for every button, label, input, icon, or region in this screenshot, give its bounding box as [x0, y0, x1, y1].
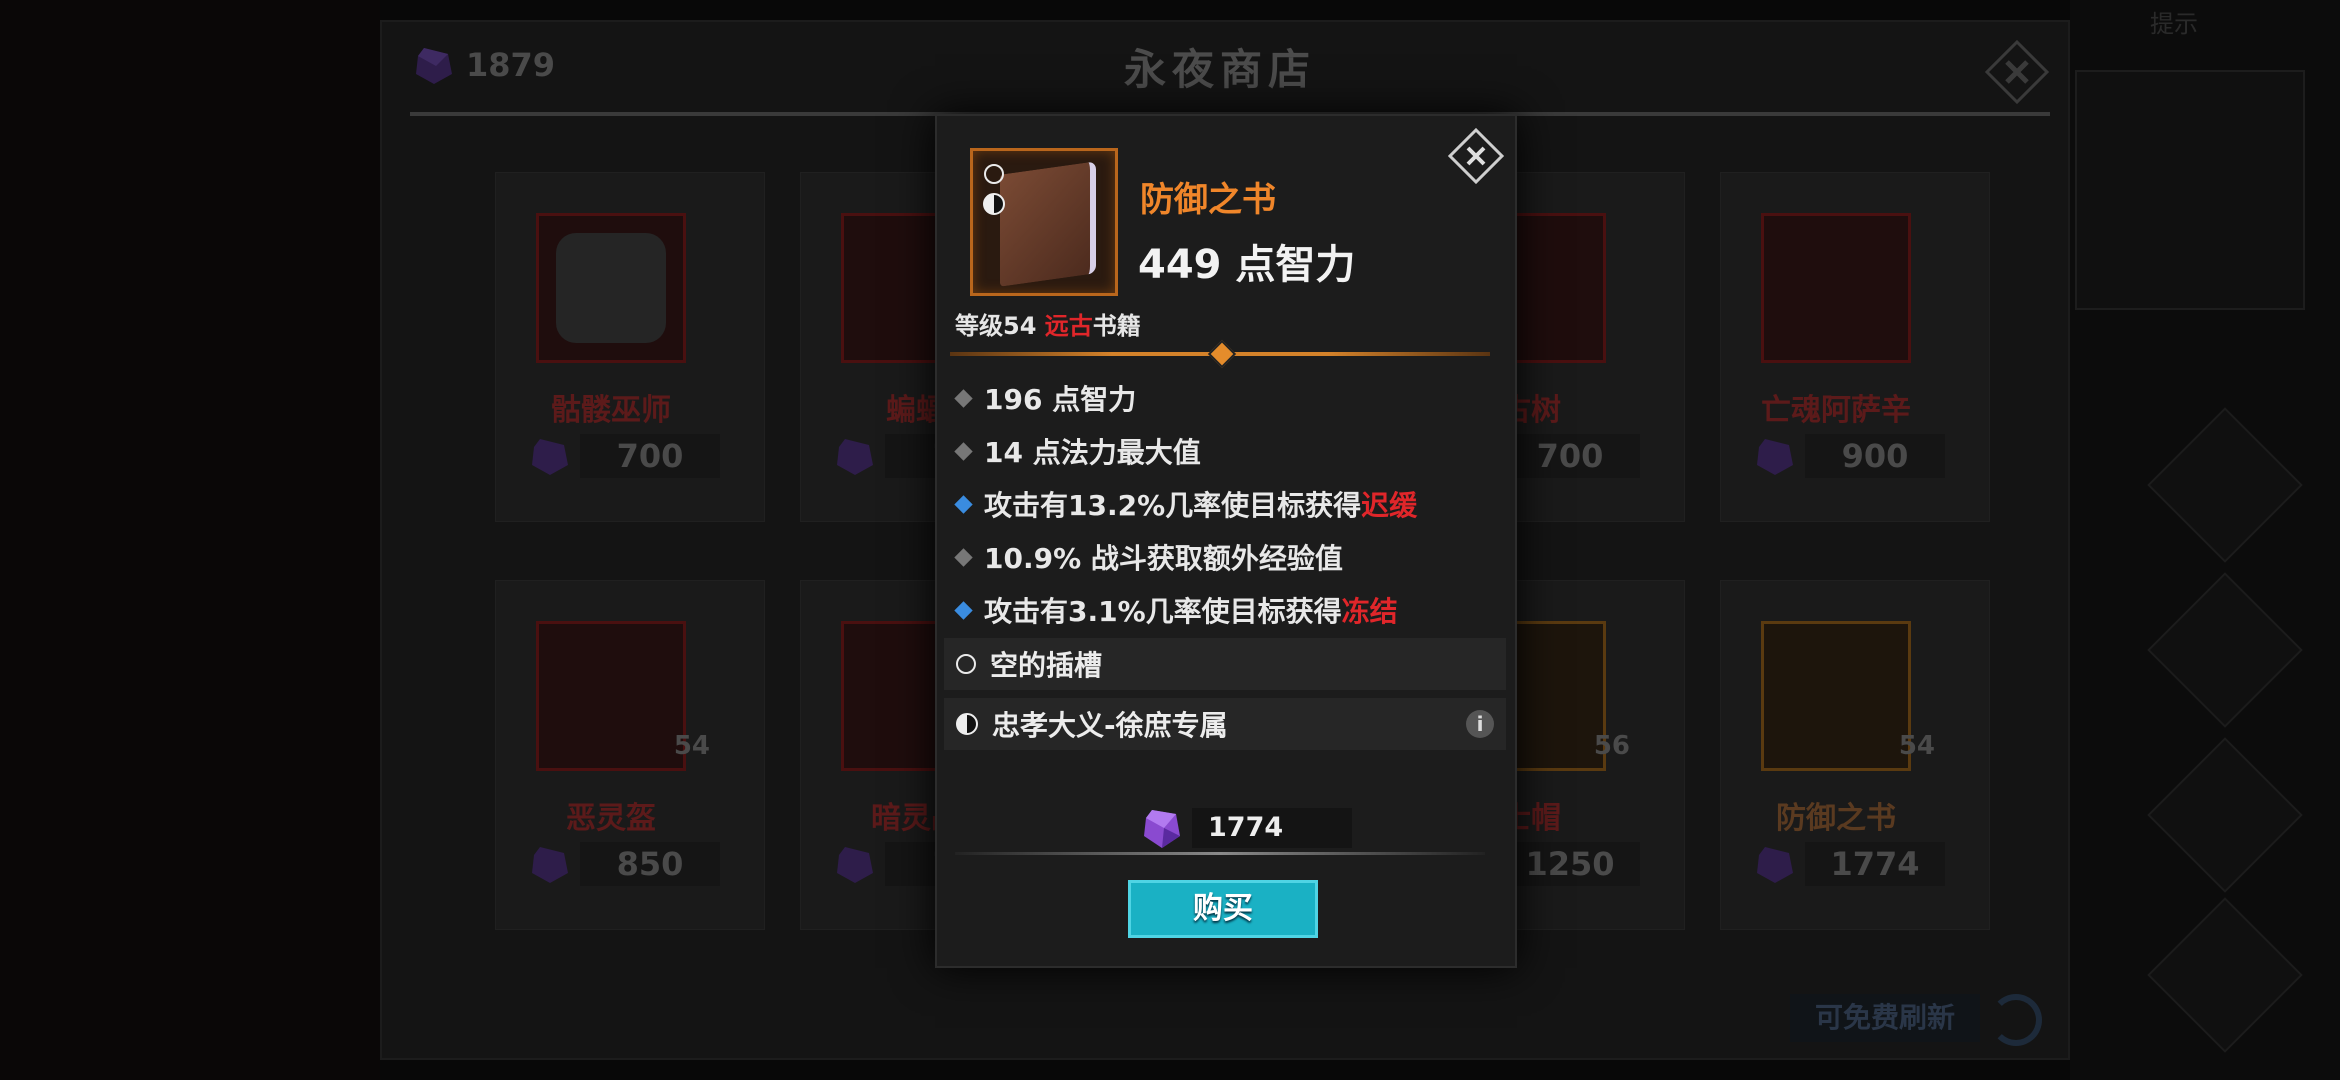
item-rarity: 远古	[1044, 312, 1093, 340]
skeleton-mage-portrait	[556, 233, 666, 343]
card-portrait-frame	[1761, 213, 1911, 363]
shop-card[interactable]: 54 防御之书 1774	[1720, 580, 1990, 930]
diamond-bullet-icon	[954, 388, 973, 408]
empty-socket-label: 空的插槽	[990, 649, 1103, 682]
card-portrait-frame	[1761, 621, 1911, 771]
item-main-stat: 449 点智力	[1138, 242, 1356, 288]
currency-display: 1879	[410, 40, 555, 90]
stat-row: 10.9% 战斗获取额外经验值	[954, 537, 1343, 577]
empty-socket-icon	[984, 164, 1004, 184]
stat-row: 196 点智力	[954, 378, 1137, 418]
free-refresh-button[interactable]: 可免费刷新	[1790, 994, 1980, 1042]
gem-icon	[1144, 810, 1180, 848]
card-price-row: 1774	[1751, 841, 1945, 887]
stat-text: 14 点法力最大值	[984, 436, 1201, 469]
set-socket-row[interactable]: 忠孝大义-徐庶专属 i	[944, 698, 1506, 750]
stat-row: 攻击有13.2%几率使目标获得迟缓	[954, 484, 1418, 524]
stat-effect: 冻结	[1341, 595, 1398, 628]
card-name: 恶灵盔	[566, 801, 656, 836]
info-icon[interactable]: i	[1466, 710, 1494, 738]
card-portrait-frame	[536, 213, 686, 363]
item-name: 防御之书	[1140, 180, 1276, 220]
card-level: 54	[673, 731, 710, 761]
card-price: 700	[1500, 434, 1640, 478]
card-price: 850	[580, 842, 720, 886]
gem-icon	[532, 439, 568, 475]
empty-socket-row[interactable]: 空的插槽	[944, 638, 1506, 690]
diamond-bullet-icon	[954, 494, 973, 514]
card-level: 54	[1898, 731, 1935, 761]
shop-title: 永夜商店	[1123, 45, 1316, 94]
diamond-bullet-icon	[954, 441, 973, 461]
item-price: 1774	[1192, 808, 1352, 848]
stat-text: 196 点智力	[984, 383, 1137, 416]
stat-text: 10.9% 战斗获取额外经验值	[984, 542, 1343, 575]
shop-close-button[interactable]	[1985, 40, 2049, 104]
yinyang-socket-icon	[956, 713, 978, 735]
gem-icon	[416, 48, 452, 84]
card-name: 防御之书	[1776, 801, 1896, 836]
book-icon	[1000, 161, 1096, 287]
gem-icon	[532, 847, 568, 883]
modal-close-button[interactable]	[1448, 128, 1504, 184]
sidebar-top-label: 提示	[2150, 10, 2198, 38]
card-portrait-frame	[536, 621, 686, 771]
item-level: 等级54	[955, 312, 1045, 340]
stat-effect: 迟缓	[1361, 489, 1418, 522]
shop-card[interactable]: 54 恶灵盔 850	[495, 580, 765, 930]
stat-row: 攻击有3.1%几率使目标获得冻结	[954, 590, 1398, 630]
stat-text: 攻击有13.2%几率使目标获得	[984, 489, 1362, 522]
card-name: 亡魂阿萨辛	[1761, 393, 1911, 428]
card-name: 骷髅巫师	[551, 393, 671, 428]
item-price-row: 1774	[1140, 804, 1352, 852]
card-price: 1774	[1805, 842, 1945, 886]
gem-icon	[1757, 847, 1793, 883]
card-price: 700	[580, 434, 720, 478]
card-price: 1250	[1500, 842, 1640, 886]
yinyang-socket-icon	[983, 193, 1005, 215]
currency-value: 1879	[466, 46, 556, 84]
buy-button[interactable]: 购买	[1128, 880, 1318, 938]
gem-icon	[837, 439, 873, 475]
diamond-bullet-icon	[954, 547, 973, 567]
shop-card[interactable]: 亡魂阿萨辛 900	[1720, 172, 1990, 522]
stat-row: 14 点法力最大值	[954, 431, 1201, 471]
card-price: 900	[1805, 434, 1945, 478]
gem-icon	[837, 847, 873, 883]
item-level-line: 等级54 远古书籍	[955, 306, 1141, 341]
diamond-bullet-icon	[954, 600, 973, 620]
background-scene-left	[0, 0, 380, 1080]
shop-card[interactable]: 骷髅巫师 700	[495, 172, 765, 522]
item-category: 书籍	[1092, 312, 1141, 340]
refresh-icon[interactable]	[1990, 994, 2042, 1046]
minimap[interactable]	[2075, 70, 2305, 310]
card-price-row: 900	[1751, 433, 1945, 479]
gem-icon	[1757, 439, 1793, 475]
card-price-row: 850	[526, 841, 720, 887]
stat-text: 攻击有3.1%几率使目标获得	[984, 595, 1342, 628]
set-socket-label: 忠孝大义-徐庶专属	[992, 709, 1228, 742]
price-divider	[955, 852, 1485, 855]
card-level: 56	[1593, 731, 1630, 761]
empty-socket-icon	[956, 654, 976, 674]
card-price-row: 700	[526, 433, 720, 479]
